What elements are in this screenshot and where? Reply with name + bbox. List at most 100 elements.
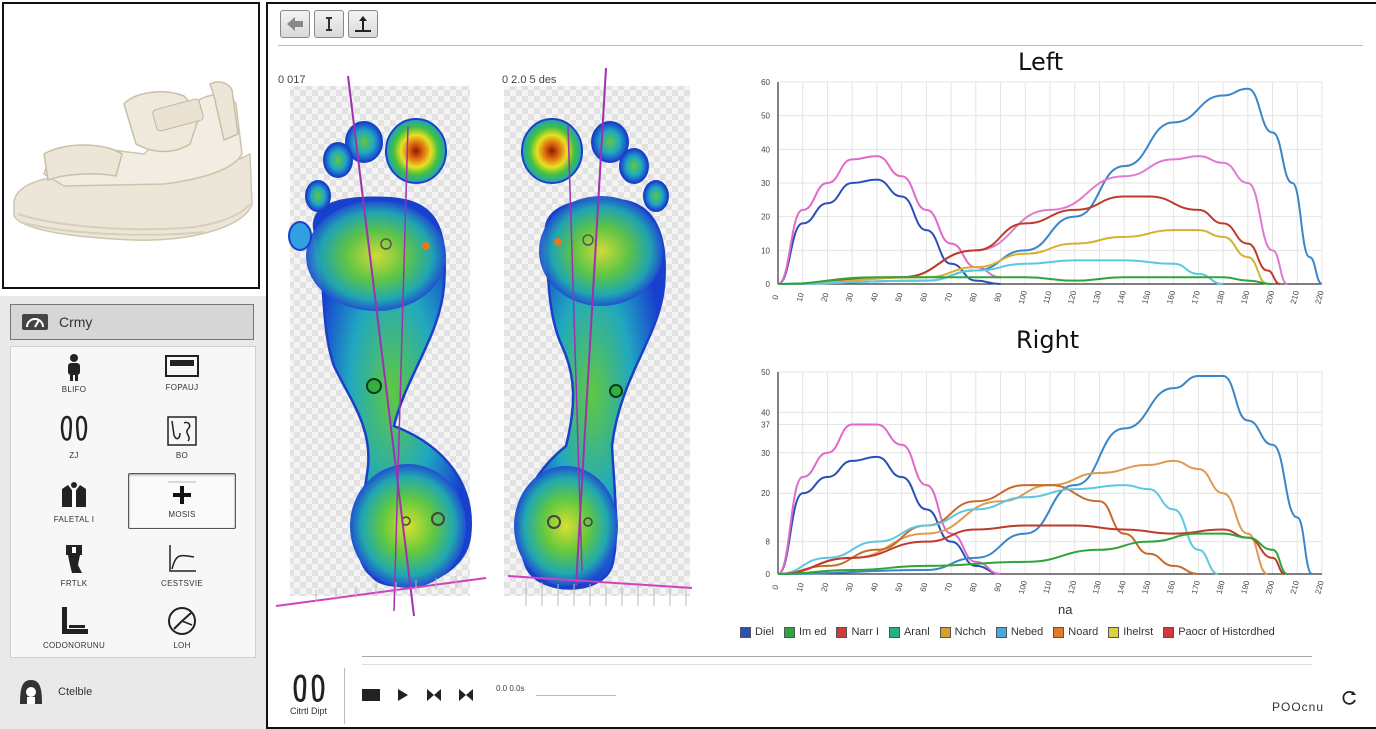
tool-button-8[interactable]: CESTSVIE: [129, 539, 235, 595]
x-tick-label: 160: [1165, 579, 1177, 595]
x-axis-label: na: [1058, 602, 1073, 617]
legend-swatch: [1108, 626, 1120, 638]
step-icon[interactable]: [426, 688, 442, 702]
playback-time: 0.0 0.0s: [496, 684, 525, 693]
plus-icon: [168, 481, 196, 504]
x-tick-label: 130: [1091, 289, 1103, 305]
tool-button-10[interactable]: LOH: [129, 601, 235, 657]
tool-label: FALETAL I: [53, 515, 95, 524]
tool-label: BO: [175, 451, 189, 460]
x-tick-label: 20: [820, 581, 831, 592]
upload-button[interactable]: [348, 10, 378, 38]
y-tick-label: 10: [761, 246, 770, 255]
x-tick-label: 100: [1017, 579, 1029, 595]
y-tick-label: 50: [761, 368, 770, 377]
tool-button-1[interactable]: BLIFO: [21, 349, 127, 405]
legend-label: Paocr of Histcrdhed: [1178, 626, 1275, 638]
left-chart: 0 10 20 30 40 50 60 0 10 20 30 40 50 60 70 80 90 100 110 12…: [761, 78, 1326, 305]
sidebar-header[interactable]: Crmy: [10, 304, 254, 340]
series-line: [777, 375, 1314, 575]
x-tick-label: 40: [869, 291, 880, 302]
back-arrow-icon: [287, 17, 303, 31]
x-tick-label: 180: [1215, 289, 1227, 305]
legend-item: Im ed: [783, 626, 826, 638]
series-line: [777, 484, 1219, 575]
tool-button-7[interactable]: FRTLK: [21, 539, 127, 595]
toolbar: [280, 10, 378, 38]
left-chart-title: Left: [1018, 48, 1064, 76]
tool-button-5[interactable]: FALETAL I: [21, 475, 127, 531]
footprints-icon: [60, 415, 88, 441]
footprint-label: Citrtl Dipt: [290, 706, 328, 716]
x-tick-label: 30: [844, 581, 855, 592]
x-tick-label: 60: [918, 581, 929, 592]
y-tick-label: 37: [761, 421, 770, 430]
skip-icon[interactable]: [458, 688, 474, 702]
stop-icon[interactable]: [362, 688, 380, 702]
tool-sidebar: Crmy BLIFO FOPAUJ ZJ BO FALETAL I MOSIS: [0, 296, 266, 729]
legend-label: Ihelrst: [1123, 626, 1154, 638]
legend-swatch: [1163, 626, 1175, 638]
legend-swatch: [1053, 626, 1065, 638]
legend-label: Narr I: [851, 626, 879, 638]
x-tick-label: 170: [1190, 289, 1202, 305]
x-tick-label: 50: [894, 581, 905, 592]
curve-chart-icon: [169, 545, 196, 572]
left-foot-map[interactable]: [276, 75, 487, 617]
legend-swatch: [888, 626, 900, 638]
play-icon[interactable]: [396, 688, 410, 702]
series-line: [777, 423, 1001, 575]
gauge-icon: [168, 607, 196, 635]
x-tick-label: 210: [1289, 579, 1301, 595]
x-tick-label: 70: [943, 581, 954, 592]
tool-button-3[interactable]: ZJ: [21, 411, 127, 467]
y-tick-label: 8: [766, 538, 771, 547]
tool-label: MOSIS: [168, 510, 196, 519]
legend-item: Narr I: [836, 626, 879, 638]
legend-item: Aranl: [888, 626, 930, 638]
tool-button-2[interactable]: FOPAUJ: [129, 349, 235, 405]
refresh-icon[interactable]: [1342, 690, 1358, 706]
right-chart: 0 8 20 30 37 40 50 0 10 20 30 40 50 60 70 80 90 100 110 120…: [761, 368, 1326, 595]
pressure-map-view: [276, 67, 693, 617]
info-button[interactable]: [314, 10, 344, 38]
legend-item: Diel: [740, 626, 774, 638]
x-tick-label: 140: [1116, 579, 1128, 595]
info-icon: [326, 17, 332, 31]
x-tick-label: 180: [1215, 579, 1227, 595]
y-tick-label: 0: [766, 280, 771, 289]
x-tick-label: 120: [1066, 289, 1078, 305]
x-tick-label: 80: [968, 581, 979, 592]
footprints-icon: [293, 674, 324, 702]
playback-bar: Citrtl Dipt 0.0 0.0s POOcnu: [276, 656, 1376, 729]
x-tick-label: 200: [1264, 579, 1276, 595]
tool-button-6[interactable]: MOSIS: [128, 473, 236, 529]
tool-label: CESTSVIE: [161, 579, 203, 588]
x-tick-label: 170: [1190, 579, 1202, 595]
x-tick-label: 90: [993, 291, 1004, 302]
legend-item: Noard: [1053, 626, 1098, 638]
back-button[interactable]: [280, 10, 310, 38]
playback-progress[interactable]: [536, 695, 616, 696]
tool-button-9[interactable]: CODONORUNU: [21, 601, 127, 657]
tool-label: CODONORUNU: [42, 641, 106, 650]
sidebar-footer[interactable]: Ctelble: [18, 678, 92, 706]
playbar-top-line: [362, 656, 1312, 657]
sidebar-footer-label: Ctelble: [58, 686, 93, 698]
x-tick-label: 110: [1042, 580, 1054, 595]
footprint-toggle[interactable]: Citrtl Dipt: [290, 674, 327, 716]
x-tick-label: 110: [1042, 290, 1054, 305]
x-tick-label: 40: [869, 581, 880, 592]
x-tick-label: 60: [918, 291, 929, 302]
legend-label: Diel: [755, 626, 774, 638]
tool-button-4[interactable]: BO: [129, 411, 235, 467]
playbar-line: [362, 664, 1312, 665]
tool-grid: BLIFO FOPAUJ ZJ BO FALETAL I MOSIS FRTLK: [10, 346, 256, 658]
platform-icon: [165, 355, 199, 377]
y-tick-label: 40: [761, 145, 770, 154]
x-tick-label: 150: [1140, 579, 1152, 595]
y-tick-label: 20: [761, 489, 770, 498]
x-tick-label: 200: [1264, 289, 1276, 305]
tool-label: FRTLK: [60, 579, 88, 588]
right-foot-map[interactable]: [504, 67, 693, 606]
